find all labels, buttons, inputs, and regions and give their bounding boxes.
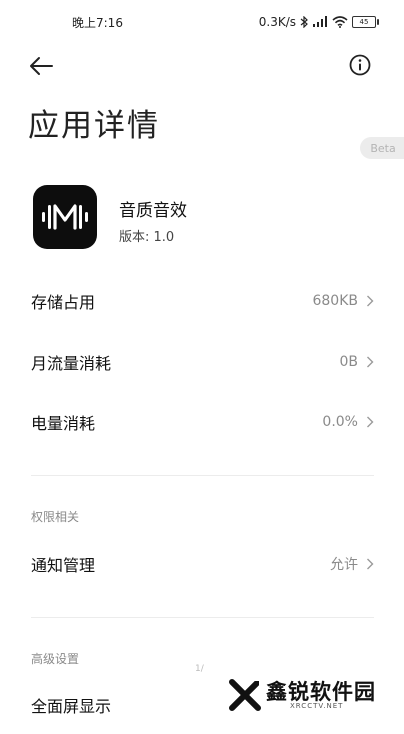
row-label: 全面屏显示: [31, 697, 112, 716]
info-icon: [349, 54, 371, 76]
sound-wave-logo-icon: [42, 204, 88, 230]
storage-row[interactable]: 存储占用 680KB: [0, 272, 404, 330]
chevron-right-icon: [367, 356, 374, 368]
app-name: 音质音效: [119, 201, 187, 221]
status-indicators: 0.3K/s 45: [258, 15, 379, 29]
beta-badge[interactable]: Beta: [360, 137, 404, 159]
row-value: 0B: [339, 354, 358, 370]
scroll-hint: 1/: [195, 664, 204, 674]
signal-icon: [312, 16, 328, 28]
section-header-permissions: 权限相关: [31, 510, 80, 524]
battery-icon: 45: [352, 16, 379, 28]
back-button[interactable]: [28, 54, 54, 78]
page-title: 应用详情: [28, 108, 160, 144]
watermark: 鑫锐软件园 XRCCTV.NET: [226, 668, 404, 720]
row-value: 0.0%: [322, 414, 358, 430]
row-label: 电量消耗: [31, 414, 96, 433]
row-label: 通知管理: [31, 556, 96, 575]
chevron-right-icon: [367, 295, 374, 307]
data-usage-row[interactable]: 月流量消耗 0B: [0, 333, 404, 391]
chevron-right-icon: [367, 558, 374, 570]
info-button[interactable]: [348, 53, 372, 77]
top-nav: [0, 44, 404, 88]
chevron-right-icon: [367, 416, 374, 428]
divider: [31, 475, 374, 476]
app-icon: [33, 185, 97, 249]
back-arrow-icon: [30, 57, 53, 75]
row-value: 允许: [330, 557, 358, 573]
network-speed: 0.3K/s: [258, 15, 296, 29]
battery-usage-row[interactable]: 电量消耗 0.0%: [0, 393, 404, 451]
row-value: 680KB: [312, 293, 358, 309]
notification-management-row[interactable]: 通知管理 允许: [0, 535, 404, 593]
app-version: 版本: 1.0: [119, 230, 175, 245]
section-header-advanced: 高级设置: [31, 652, 80, 666]
bluetooth-icon: [300, 16, 308, 28]
status-time: 晚上7:16: [72, 15, 123, 30]
watermark-logo-icon: [229, 679, 261, 711]
wifi-icon: [332, 16, 348, 28]
row-label: 存储占用: [31, 293, 96, 312]
watermark-subtext: XRCCTV.NET: [290, 702, 344, 710]
row-label: 月流量消耗: [31, 354, 112, 373]
status-bar: 晚上7:16 0.3K/s 45: [0, 0, 404, 44]
divider: [31, 617, 374, 618]
